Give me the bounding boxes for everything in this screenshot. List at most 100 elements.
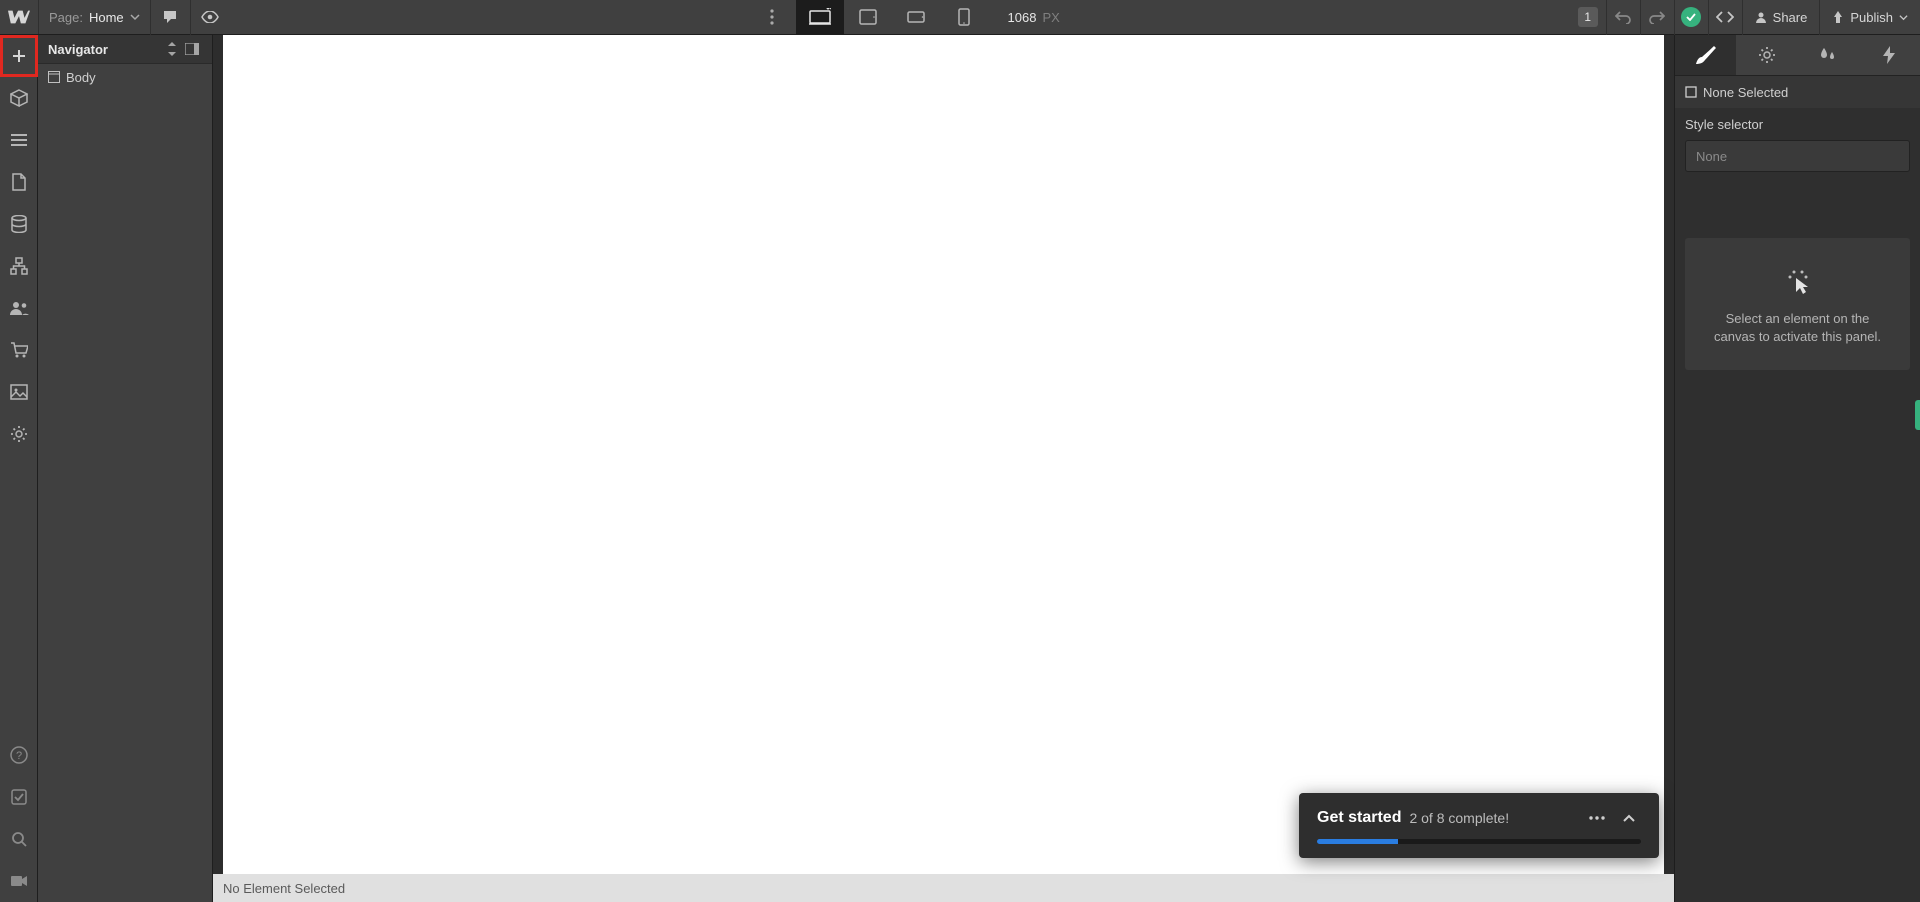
settings-tab[interactable] <box>1736 35 1797 75</box>
chevron-down-icon <box>130 12 140 22</box>
style-selector-placeholder: None <box>1696 149 1727 164</box>
device-menu-button[interactable] <box>748 0 796 35</box>
device-desktop[interactable]: ✦ <box>796 0 844 35</box>
database-icon <box>11 215 27 233</box>
redo-button[interactable] <box>1640 0 1674 35</box>
phone-icon <box>958 8 970 26</box>
body-icon <box>48 71 60 83</box>
popup-progress-bar <box>1317 839 1641 844</box>
settings-button[interactable] <box>0 413 38 455</box>
publish-button[interactable]: Publish <box>1819 0 1920 35</box>
popup-title: Get started <box>1317 809 1401 827</box>
navigator-sort-button[interactable] <box>162 42 182 56</box>
code-icon <box>1716 11 1734 23</box>
sitemap-icon <box>10 257 28 275</box>
canvas-wrapper: No Element Selected Get started 2 of 8 c… <box>213 35 1675 902</box>
assets-button[interactable] <box>0 371 38 413</box>
chevron-up-icon <box>1623 814 1635 822</box>
design-canvas[interactable] <box>223 35 1664 874</box>
cart-icon <box>10 342 28 358</box>
right-panel-tabs <box>1675 35 1920 75</box>
help-button[interactable]: ? <box>0 734 38 776</box>
publish-label: Publish <box>1850 10 1893 25</box>
device-tablet[interactable] <box>844 0 892 35</box>
gear-icon <box>10 425 28 443</box>
main-area: ? Navigator Body No Ele <box>0 35 1920 902</box>
popup-collapse-button[interactable] <box>1617 814 1641 822</box>
canvas-width-unit: PX <box>1042 10 1059 25</box>
device-landscape-phone[interactable] <box>892 0 940 35</box>
dots-vertical-icon <box>770 9 774 25</box>
style-selector-label: Style selector <box>1685 108 1910 140</box>
navigator-title: Navigator <box>48 42 162 57</box>
device-phone[interactable] <box>940 0 988 35</box>
page-label: Page: <box>49 10 83 25</box>
gear-icon <box>1758 46 1776 64</box>
click-cursor-icon <box>1784 266 1812 296</box>
selected-element-row: None Selected <box>1675 75 1920 108</box>
svg-text:✦: ✦ <box>828 8 831 13</box>
image-icon <box>10 384 28 400</box>
status-text: No Element Selected <box>223 881 345 896</box>
notifications-badge[interactable]: 1 <box>1578 7 1598 27</box>
webflow-logo[interactable] <box>0 0 38 35</box>
plus-icon <box>11 48 27 64</box>
lightning-icon <box>1883 46 1895 64</box>
undo-button[interactable] <box>1606 0 1640 35</box>
navigator-panel: Navigator Body <box>38 35 213 902</box>
canvas-width-value: 1068 <box>1008 10 1037 25</box>
help-icon: ? <box>10 746 28 764</box>
ecommerce-cart-button[interactable] <box>0 329 38 371</box>
audit-button[interactable] <box>0 776 38 818</box>
users-button[interactable] <box>0 287 38 329</box>
status-ok-button[interactable] <box>1674 0 1708 35</box>
popup-more-button[interactable] <box>1585 816 1609 820</box>
right-panel: None Selected Style selector None Select… <box>1675 35 1920 902</box>
panel-placeholder: Select an element on the canvas to activ… <box>1685 238 1910 370</box>
page-name: Home <box>89 10 124 25</box>
pages-button[interactable] <box>0 161 38 203</box>
square-icon <box>1685 86 1697 98</box>
export-code-button[interactable] <box>1708 0 1742 35</box>
style-selector-section: Style selector None <box>1675 108 1920 182</box>
comment-icon <box>162 9 178 25</box>
page-selector[interactable]: Page: Home <box>38 0 150 34</box>
sort-icon <box>167 42 177 56</box>
navigator-collapse-button[interactable] <box>182 43 202 55</box>
navigator-button[interactable] <box>0 119 38 161</box>
search-button[interactable] <box>0 818 38 860</box>
checkbox-icon <box>11 789 27 805</box>
desktop-icon: ✦ <box>809 8 831 26</box>
add-elements-button[interactable] <box>0 35 38 77</box>
dots-horizontal-icon <box>1589 816 1605 820</box>
topbar-right: 1 Share Publish <box>1578 0 1920 34</box>
navigator-item-body[interactable]: Body <box>38 64 212 90</box>
droplets-icon <box>1819 46 1837 64</box>
share-button[interactable]: Share <box>1742 0 1820 35</box>
video-tutorial-button[interactable] <box>0 860 38 902</box>
popup-subtitle: 2 of 8 complete! <box>1409 810 1577 826</box>
page-icon <box>12 173 26 191</box>
status-bar: No Element Selected <box>213 874 1674 902</box>
cms-button[interactable] <box>0 203 38 245</box>
style-tab[interactable] <box>1675 35 1736 75</box>
navigator-icon <box>11 134 27 146</box>
panel-edge-tab[interactable] <box>1915 400 1920 430</box>
interactions-tab[interactable] <box>1798 35 1859 75</box>
symbols-button[interactable] <box>0 77 38 119</box>
style-selector-input[interactable]: None <box>1685 140 1910 172</box>
ecommerce-button[interactable] <box>0 245 38 287</box>
effects-tab[interactable] <box>1859 35 1920 75</box>
navigator-header: Navigator <box>38 35 212 64</box>
user-icon <box>1755 11 1767 23</box>
redo-icon <box>1649 10 1665 24</box>
popup-progress-fill <box>1317 839 1398 844</box>
preview-button[interactable] <box>190 0 230 35</box>
search-icon <box>11 831 27 847</box>
canvas-size-display[interactable]: 1068 PX <box>988 10 1060 25</box>
get-started-popup: Get started 2 of 8 complete! <box>1299 793 1659 858</box>
panel-icon <box>185 43 199 55</box>
undo-icon <box>1615 10 1631 24</box>
comments-button[interactable] <box>150 0 190 35</box>
left-tool-rail: ? <box>0 35 38 902</box>
